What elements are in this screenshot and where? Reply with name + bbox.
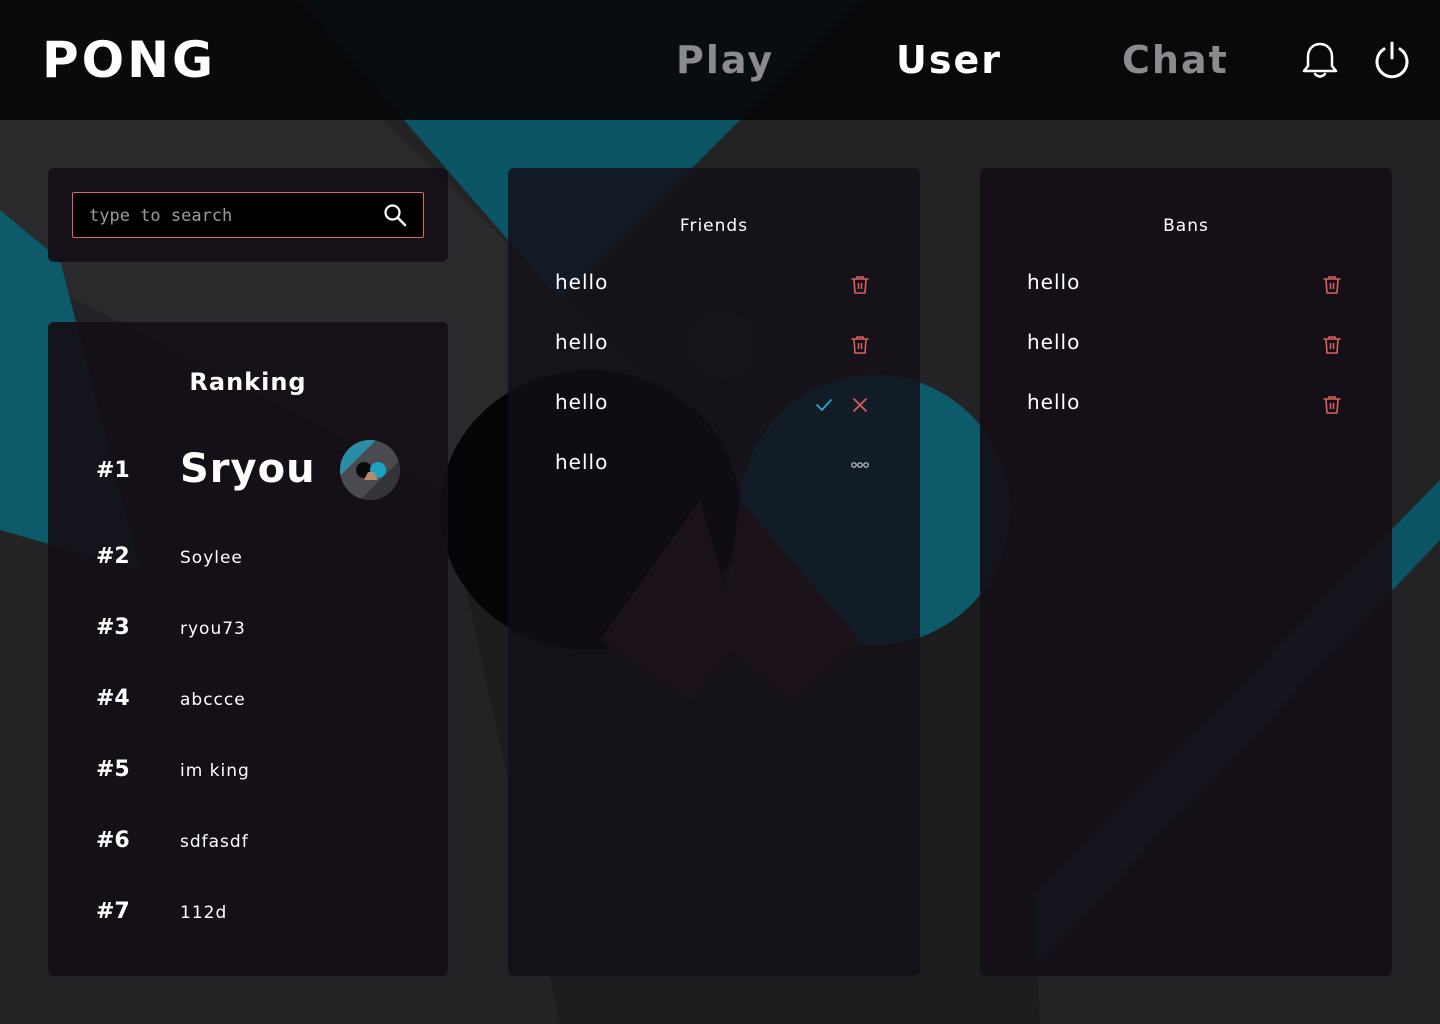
power-icon[interactable] — [1372, 40, 1412, 80]
friend-row[interactable]: hello — [508, 264, 920, 304]
more-icon[interactable] — [849, 454, 871, 476]
trash-icon[interactable] — [1321, 334, 1343, 356]
search-input[interactable] — [87, 193, 381, 239]
ban-row[interactable]: hello — [980, 384, 1392, 424]
friend-name: hello — [555, 270, 609, 294]
nav-play[interactable]: Play — [676, 36, 774, 84]
nav-user[interactable]: User — [896, 36, 1002, 84]
rank-player-name[interactable]: Sryou — [180, 446, 316, 492]
friends-panel: Friends hello hello hello hello — [508, 168, 920, 976]
rank-player-name[interactable]: Soylee — [180, 548, 243, 568]
trash-icon[interactable] — [1321, 394, 1343, 416]
search-box — [72, 192, 424, 239]
friend-name: hello — [555, 330, 609, 354]
friend-name: hello — [555, 450, 609, 474]
friend-row[interactable]: hello — [508, 324, 920, 364]
rank-position: #4 — [96, 686, 130, 711]
rank-position: #6 — [96, 828, 130, 853]
friends-title: Friends — [679, 216, 749, 236]
rank-position: #7 — [96, 899, 130, 924]
friend-row[interactable]: hello — [508, 444, 920, 484]
rank-position: #3 — [96, 615, 130, 640]
search-panel — [48, 168, 448, 262]
rank-player-name[interactable]: abccce — [180, 690, 246, 710]
check-icon[interactable] — [813, 394, 835, 416]
ban-row[interactable]: hello — [980, 264, 1392, 304]
rank-position: #5 — [96, 757, 130, 782]
ranking-title: Ranking — [189, 368, 307, 396]
rank-player-name[interactable]: im king — [180, 761, 250, 781]
close-icon[interactable] — [849, 394, 871, 416]
banned-user-name: hello — [1027, 330, 1081, 354]
rank-player-name[interactable]: sdfasdf — [180, 832, 249, 852]
rank-player-name[interactable]: ryou73 — [180, 619, 246, 639]
search-icon[interactable] — [383, 203, 407, 227]
avatar[interactable] — [340, 440, 400, 500]
bans-title: Bans — [1163, 216, 1209, 236]
nav-chat[interactable]: Chat — [1122, 36, 1229, 84]
banned-user-name: hello — [1027, 390, 1081, 414]
app-logo[interactable]: PONG — [42, 30, 216, 90]
ranking-panel: Ranking #1 Sryou #2 Soylee #3 ryou73 #4 … — [48, 322, 448, 976]
banned-user-name: hello — [1027, 270, 1081, 294]
rank-position: #1 — [96, 458, 130, 483]
friend-request-row[interactable]: hello — [508, 384, 920, 424]
trash-icon[interactable] — [1321, 274, 1343, 296]
rank-position: #2 — [96, 544, 130, 569]
bans-panel: Bans hello hello hello — [980, 168, 1392, 976]
ban-row[interactable]: hello — [980, 324, 1392, 364]
bell-icon[interactable] — [1300, 40, 1340, 80]
rank-player-name[interactable]: 112d — [180, 903, 227, 923]
trash-icon[interactable] — [849, 334, 871, 356]
trash-icon[interactable] — [849, 274, 871, 296]
top-navbar: PONG Play User Chat — [0, 0, 1440, 120]
friend-name: hello — [555, 390, 609, 414]
